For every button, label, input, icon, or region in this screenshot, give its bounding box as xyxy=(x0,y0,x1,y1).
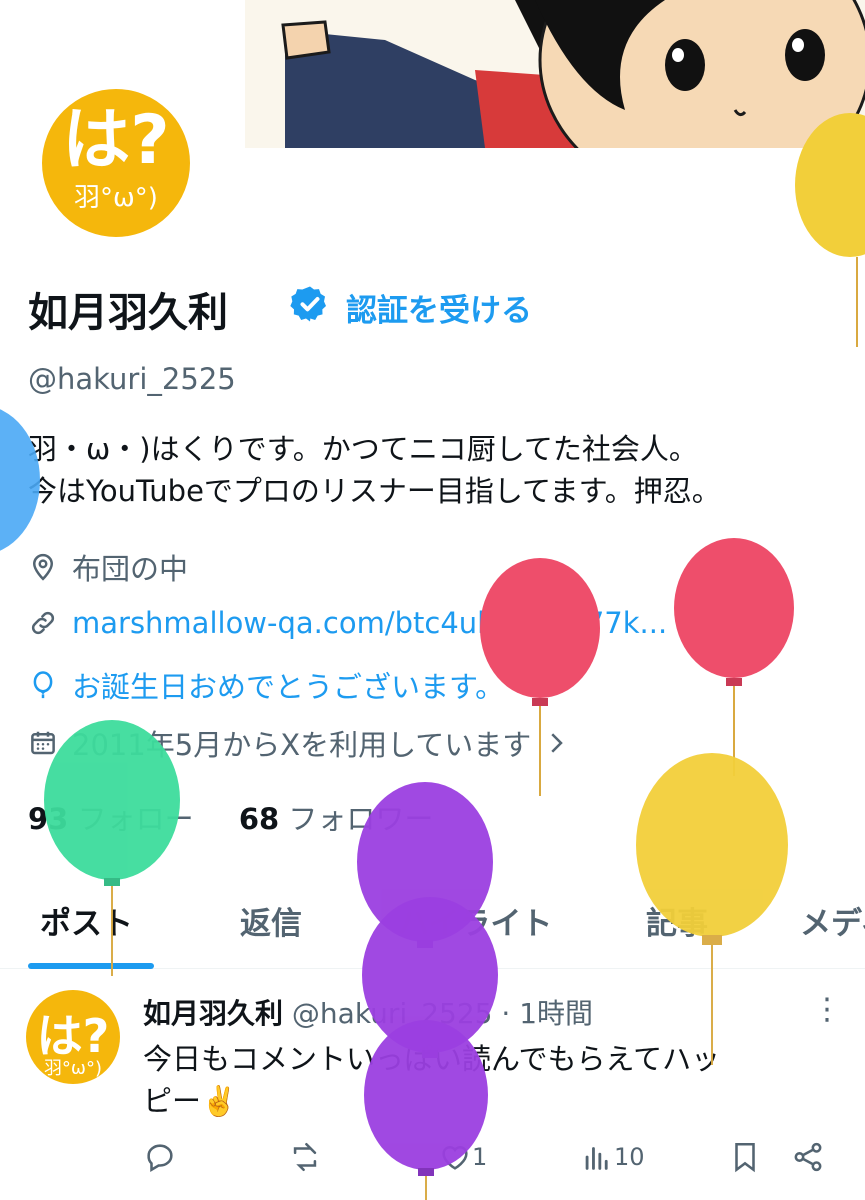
views-icon xyxy=(585,1147,608,1170)
verified-badge-icon[interactable] xyxy=(290,284,330,324)
bookmark-button[interactable] xyxy=(728,1140,762,1174)
profile-banner[interactable] xyxy=(245,0,865,148)
tab-replies[interactable]: 返信 xyxy=(240,898,302,943)
followers-label: フォロワー xyxy=(288,802,434,836)
post-handle[interactable]: @hakuri_2525 xyxy=(292,997,493,1030)
bio-line-2: 今はYouTubeでプロのリスナー目指してます。押忍。 xyxy=(28,474,721,508)
followers-link[interactable]: 68 フォロワー xyxy=(239,802,434,836)
balloon-icon xyxy=(33,671,53,699)
views-count: 10 xyxy=(614,1143,645,1171)
location-icon xyxy=(32,553,54,581)
tab-articles[interactable]: 記事 xyxy=(646,898,708,943)
post-author[interactable]: 如月羽久利 xyxy=(143,997,283,1030)
profile-avatar[interactable]: は? 羽°ω°) xyxy=(38,85,194,241)
profile-handle: @hakuri_2525 xyxy=(28,362,236,396)
views-button[interactable]: 10 xyxy=(580,1140,645,1174)
link-icon xyxy=(31,611,55,635)
more-icon[interactable]: ⋮ xyxy=(812,992,842,1027)
repost-icon xyxy=(293,1142,317,1172)
reply-button[interactable] xyxy=(143,1140,177,1174)
avatar-subtext: 羽°ω°) xyxy=(74,183,158,213)
post-time[interactable]: · 1時間 xyxy=(501,997,593,1030)
like-button[interactable]: 1 xyxy=(438,1140,487,1174)
birthday-text[interactable]: お誕生日おめでとうございます。 xyxy=(72,664,504,706)
tab-posts[interactable]: ポスト xyxy=(40,898,133,943)
profile-bio: 羽・ω・)はくりです。かつてニコ厨してた社会人。 今はYouTubeでプロのリス… xyxy=(28,428,848,512)
profile-birthday[interactable]: お誕生日おめでとうございます。 xyxy=(28,664,504,706)
post-header: 如月羽久利 @hakuri_2525 · 1時間 xyxy=(143,992,593,1032)
reply-icon xyxy=(147,1144,173,1173)
post-actions: 1 10 xyxy=(143,1140,833,1180)
post-text-line-1: 今日もコメントいっぱい読んでもらえてハッ xyxy=(143,1042,721,1076)
get-verified-link[interactable]: 認証を受ける xyxy=(346,285,532,330)
active-tab-indicator xyxy=(28,963,154,969)
location-text: 布団の中 xyxy=(72,552,189,586)
tab-highlights[interactable]: ハイライト xyxy=(398,898,552,943)
joined-text: 2011年5月からXを利用しています xyxy=(72,728,532,762)
followers-count: 68 xyxy=(238,802,280,836)
balloon-yellow-top xyxy=(795,113,865,347)
like-count: 1 xyxy=(472,1143,488,1171)
like-icon xyxy=(442,1146,468,1170)
balloon-red-2 xyxy=(674,538,794,776)
share-button[interactable] xyxy=(791,1140,825,1174)
profile-website[interactable]: marshmallow-qa.com/btc4ubv79a377k... xyxy=(28,606,667,640)
post-text: 今日もコメントいっぱい読んでもらえてハッ ピー✌️ xyxy=(143,1038,833,1122)
profile-tabs: ポスト 返信 ハイライト 記事 メディ xyxy=(0,880,865,969)
share-icon xyxy=(794,1142,822,1172)
profile-location: 布団の中 xyxy=(28,546,188,588)
bookmark-icon xyxy=(735,1142,755,1173)
repost-button[interactable] xyxy=(288,1140,322,1174)
post-text-line-2: ピー✌️ xyxy=(143,1084,238,1118)
website-link[interactable]: marshmallow-qa.com/btc4ubv79a377k... xyxy=(72,606,667,640)
banner-illustration xyxy=(245,0,865,148)
bio-line-1: 羽・ω・)はくりです。かつてニコ厨してた社会人。 xyxy=(28,432,698,466)
follow-counts: 93 フォロー 68 フォロワー xyxy=(28,796,433,838)
calendar-icon xyxy=(31,731,55,755)
post-avatar[interactable]: は? 羽°ω°) xyxy=(26,990,120,1084)
following-link[interactable]: 93 フォロー xyxy=(28,802,194,836)
avatar-text: は? xyxy=(62,101,170,180)
tab-media[interactable]: メディ xyxy=(800,898,865,943)
following-label: フォロー xyxy=(77,802,194,836)
profile-name: 如月羽久利 xyxy=(28,290,228,336)
chevron-right-icon xyxy=(551,733,564,753)
profile-joined[interactable]: 2011年5月からXを利用しています xyxy=(28,722,571,764)
following-count: 93 xyxy=(28,802,69,836)
post-avatar-subtext: 羽°ω°) xyxy=(43,1058,103,1079)
